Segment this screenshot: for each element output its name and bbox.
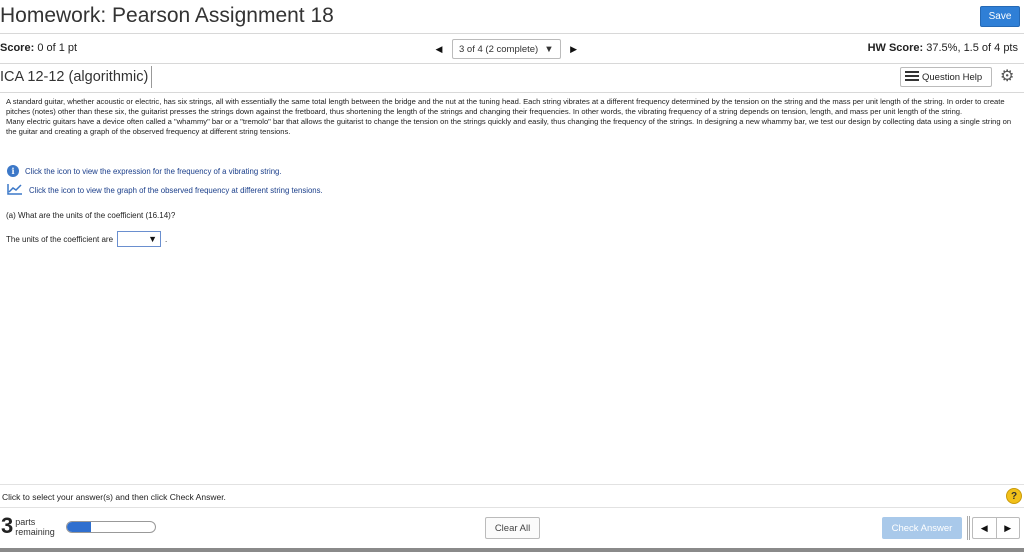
part-pager: ◀ ▶ bbox=[972, 517, 1020, 539]
parts-remaining: 3 parts remaining bbox=[1, 514, 55, 538]
answer-suffix: . bbox=[165, 234, 168, 244]
divider bbox=[0, 63, 1024, 64]
frequency-expression-link-text: Click the icon to view the expression fo… bbox=[25, 166, 282, 176]
part-a-question: (a) What are the units of the coefficien… bbox=[6, 211, 176, 220]
frequency-graph-link-text: Click the icon to view the graph of the … bbox=[29, 185, 323, 195]
gear-icon[interactable]: ⚙ bbox=[1000, 66, 1014, 86]
paragraph-2: Many electric guitars have a device ofte… bbox=[6, 117, 1012, 136]
parts-count: 3 bbox=[1, 513, 14, 538]
progress-bar bbox=[66, 521, 156, 533]
question-title: ICA 12-12 (algorithmic) bbox=[0, 66, 153, 88]
check-answer-button[interactable]: Check Answer bbox=[882, 517, 962, 539]
question-navigator: ◀ 3 of 4 (2 complete) ▼ ▶ bbox=[432, 38, 581, 60]
progress-fill bbox=[67, 522, 91, 532]
answer-row: The units of the coefficient are ▼ . bbox=[6, 231, 167, 247]
score-value: 0 of 1 pt bbox=[37, 42, 78, 54]
answer-prefix: The units of the coefficient are bbox=[6, 234, 114, 244]
divider bbox=[0, 92, 1024, 93]
divider bbox=[0, 484, 1024, 485]
parts-label: parts remaining bbox=[15, 514, 55, 537]
divider bbox=[0, 507, 1024, 508]
caret-down-icon: ▼ bbox=[544, 43, 554, 55]
separator bbox=[967, 516, 970, 540]
frequency-expression-link[interactable]: i Click the icon to view the expression … bbox=[7, 165, 282, 177]
list-icon bbox=[905, 70, 919, 84]
question-help-button[interactable]: Question Help bbox=[900, 67, 992, 87]
page-title: Homework: Pearson Assignment 18 bbox=[0, 4, 334, 27]
paragraph-1: A standard guitar, whether acoustic or e… bbox=[6, 97, 1005, 116]
units-dropdown[interactable]: ▼ bbox=[117, 231, 162, 247]
clear-all-button[interactable]: Clear All bbox=[485, 517, 540, 539]
hw-score-label: HW Score: bbox=[867, 42, 924, 54]
instruction-text: Click to select your answer(s) and then … bbox=[2, 492, 226, 502]
save-button[interactable]: Save bbox=[980, 6, 1020, 27]
prev-part-button[interactable]: ◀ bbox=[973, 518, 996, 538]
question-help-label: Question Help bbox=[922, 71, 983, 83]
bottom-bar bbox=[0, 548, 1024, 552]
score-label: Score: bbox=[0, 42, 35, 54]
hw-score-value: 37.5%, 1.5 of 4 pts bbox=[926, 42, 1018, 54]
question-select[interactable]: 3 of 4 (2 complete) ▼ bbox=[452, 39, 561, 59]
parts-label-line-1: parts bbox=[15, 517, 36, 527]
hw-score: HW Score: 37.5%, 1.5 of 4 pts bbox=[868, 42, 1018, 54]
question-select-value: 3 of 4 (2 complete) bbox=[459, 43, 539, 55]
next-part-button[interactable]: ▶ bbox=[995, 518, 1020, 538]
score: Score: 0 of 1 pt bbox=[0, 42, 77, 54]
frequency-graph-link[interactable]: Click the icon to view the graph of the … bbox=[7, 183, 323, 197]
info-icon: i bbox=[7, 165, 19, 177]
question-mark-icon[interactable]: ? bbox=[1006, 488, 1022, 504]
prev-question-button[interactable]: ◀ bbox=[432, 39, 446, 59]
line-chart-icon bbox=[7, 183, 23, 197]
parts-label-line-2: remaining bbox=[15, 527, 55, 537]
caret-down-icon: ▼ bbox=[148, 234, 158, 244]
next-question-button[interactable]: ▶ bbox=[567, 39, 581, 59]
question-text: A standard guitar, whether acoustic or e… bbox=[6, 97, 1016, 137]
divider bbox=[0, 33, 1024, 34]
